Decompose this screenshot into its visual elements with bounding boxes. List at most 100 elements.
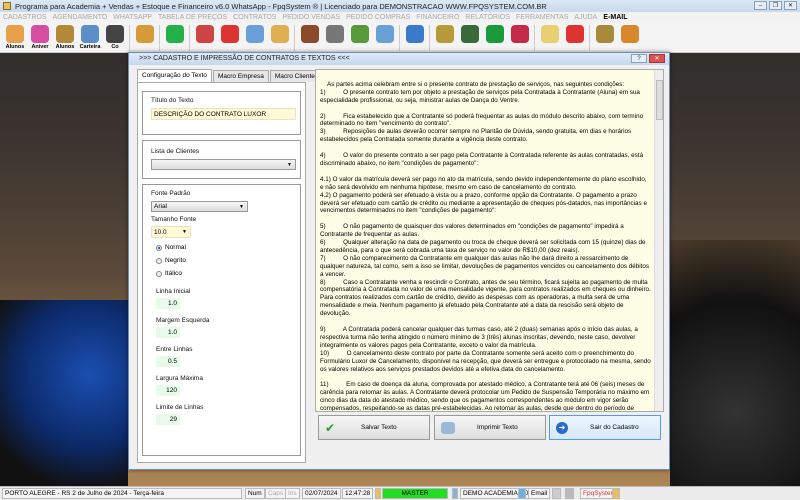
clients-select[interactable]: ▼ <box>151 159 296 170</box>
barcode-icon <box>326 25 344 43</box>
radio-style-option[interactable]: Negrito <box>156 257 186 264</box>
menu-item[interactable]: WHATSAPP <box>113 14 152 21</box>
menu-item[interactable]: TABELA DE PREÇOS <box>158 14 227 21</box>
radio-style-option[interactable]: Normal <box>156 244 186 251</box>
dialog-title: >>> CADASTRO E IMPRESSÃO DE CONTRATOS E … <box>139 55 350 62</box>
coin-icon <box>596 25 614 43</box>
toolbar-button[interactable]: Aniver <box>29 23 51 53</box>
status-date: 02/07/2024 <box>302 488 341 499</box>
shopping-cart-icon <box>351 25 369 43</box>
toolbar-button[interactable]: Alunos <box>54 23 76 53</box>
toolbar-button[interactable] <box>539 23 561 53</box>
field-input[interactable]: 29 <box>156 414 180 425</box>
toolbar-button[interactable]: Co <box>104 23 126 53</box>
exit-register-button[interactable]: ➜ Sair do Cadastro <box>549 415 661 440</box>
email-icon <box>518 488 526 499</box>
toolbar-button[interactable] <box>194 23 216 53</box>
print-text-button[interactable]: Imprimir Texto <box>434 415 546 440</box>
status-caps: Caps <box>265 488 287 499</box>
monitor-icon[interactable] <box>565 488 574 499</box>
tab-configuracao-texto[interactable]: Configuração do Texto <box>137 69 212 82</box>
field-input[interactable]: 0.5 <box>156 356 180 367</box>
document-icon <box>196 25 214 43</box>
minimize-button[interactable]: – <box>754 1 767 10</box>
scrollbar-thumb[interactable] <box>656 80 663 120</box>
dollar-red-icon <box>511 25 529 43</box>
title-input[interactable]: DESCRIÇÃO DO CONTRATO LUXOR <box>151 108 296 120</box>
field-input[interactable]: 1.0 <box>156 327 180 338</box>
toolbar-button[interactable] <box>219 23 241 53</box>
radio-label: Negrito <box>165 257 186 264</box>
status-email[interactable]: Email <box>528 488 551 499</box>
toolbar-button[interactable] <box>244 23 266 53</box>
menu-item[interactable]: PEDIDO VENDAS <box>282 14 340 21</box>
close-button[interactable]: ✕ <box>784 1 797 10</box>
radio-button[interactable] <box>156 270 162 277</box>
save-text-button[interactable]: ✔ Salvar Texto <box>318 415 430 440</box>
menu-item[interactable]: PEDIDO COMPRAS <box>346 14 410 21</box>
menu-item[interactable]: FINANCEIRO <box>416 14 459 21</box>
toolbar-button[interactable] <box>269 23 291 53</box>
toolbar-button[interactable] <box>564 23 586 53</box>
toolbar-button-label: Aniver <box>31 44 49 50</box>
field-input[interactable]: 1.0 <box>156 298 180 309</box>
toolbar-separator <box>129 25 130 51</box>
toolbar-button[interactable] <box>509 23 531 53</box>
font-select[interactable]: Arial ▼ <box>151 201 248 212</box>
help-button[interactable]: ? <box>631 54 647 63</box>
database-icon <box>452 488 458 499</box>
clients-label: Lista de Clientes <box>151 148 200 155</box>
radio-button[interactable] <box>156 244 162 251</box>
dialog-close-button[interactable]: ✕ <box>649 54 665 63</box>
font-size-select[interactable]: 10.0 ▼ <box>151 226 191 238</box>
toolbar-button[interactable] <box>134 23 156 53</box>
menu-item[interactable]: AGENDAMENTO <box>53 14 108 21</box>
toolbar-button-label: Alunos <box>55 44 75 50</box>
save-text-label: Salvar Texto <box>361 424 397 431</box>
toolbar-button[interactable] <box>619 23 641 53</box>
text-scrollbar[interactable] <box>654 70 663 411</box>
contract-text-editor[interactable]: As partes acima celebram entre si o pres… <box>315 69 664 412</box>
search-document-icon <box>246 25 264 43</box>
money-icon <box>436 25 454 43</box>
search-icon <box>376 25 394 43</box>
menu-bar: CADASTROS AGENDAMENTO WHATSAPP TABELA DE PR… <box>0 12 800 23</box>
menu-item-email[interactable]: E-MAIL <box>603 14 627 21</box>
menu-item[interactable]: FERRAMENTAS <box>516 14 568 21</box>
exit-door-icon <box>621 25 639 43</box>
toolbar-button[interactable] <box>594 23 616 53</box>
radio-style-option[interactable]: Itálico <box>156 270 182 277</box>
toolbar-separator <box>429 25 430 51</box>
menu-item[interactable]: CADASTROS <box>3 14 47 21</box>
toolbar-button[interactable] <box>484 23 506 53</box>
dollar-green-icon <box>486 25 504 43</box>
toolbar-button[interactable] <box>324 23 346 53</box>
contracts-dialog: >>> CADASTRO E IMPRESSÃO DE CONTRATOS E … <box>128 52 670 470</box>
contract-icon <box>106 25 124 43</box>
menu-item[interactable]: CONTRATOS <box>233 14 276 21</box>
toolbar-button[interactable] <box>374 23 396 53</box>
toolbar-button-label: Carteira <box>79 44 101 50</box>
toolbar-button[interactable] <box>164 23 186 53</box>
toolbar-separator <box>294 25 295 51</box>
printer-icon[interactable] <box>552 488 561 499</box>
toolbar-button[interactable] <box>434 23 456 53</box>
toolbar-button[interactable]: Alunos <box>4 23 26 53</box>
menu-item[interactable]: RELATÓRIOS <box>465 14 510 21</box>
tab-macro-cliente[interactable]: Macro Cliente <box>269 70 320 82</box>
cart-icon <box>301 25 319 43</box>
field-label: Margem Esquerda <box>156 317 210 324</box>
field-input[interactable]: 120 <box>156 385 180 396</box>
toolbar-separator <box>189 25 190 51</box>
toolbar-button[interactable]: Carteira <box>79 23 101 53</box>
field-label: Linha Inicial <box>156 288 191 295</box>
title-group: Título do Texto DESCRIÇÃO DO CONTRATO LU… <box>142 91 301 135</box>
toolbar-button[interactable] <box>404 23 426 53</box>
toolbar-button[interactable] <box>299 23 321 53</box>
toolbar-button[interactable] <box>459 23 481 53</box>
menu-item[interactable]: AJUDA <box>574 14 597 21</box>
restore-button[interactable]: ❐ <box>769 1 782 10</box>
toolbar-button[interactable] <box>349 23 371 53</box>
tab-macro-empresa[interactable]: Macro Empresa <box>212 70 269 82</box>
radio-button[interactable] <box>156 257 162 264</box>
